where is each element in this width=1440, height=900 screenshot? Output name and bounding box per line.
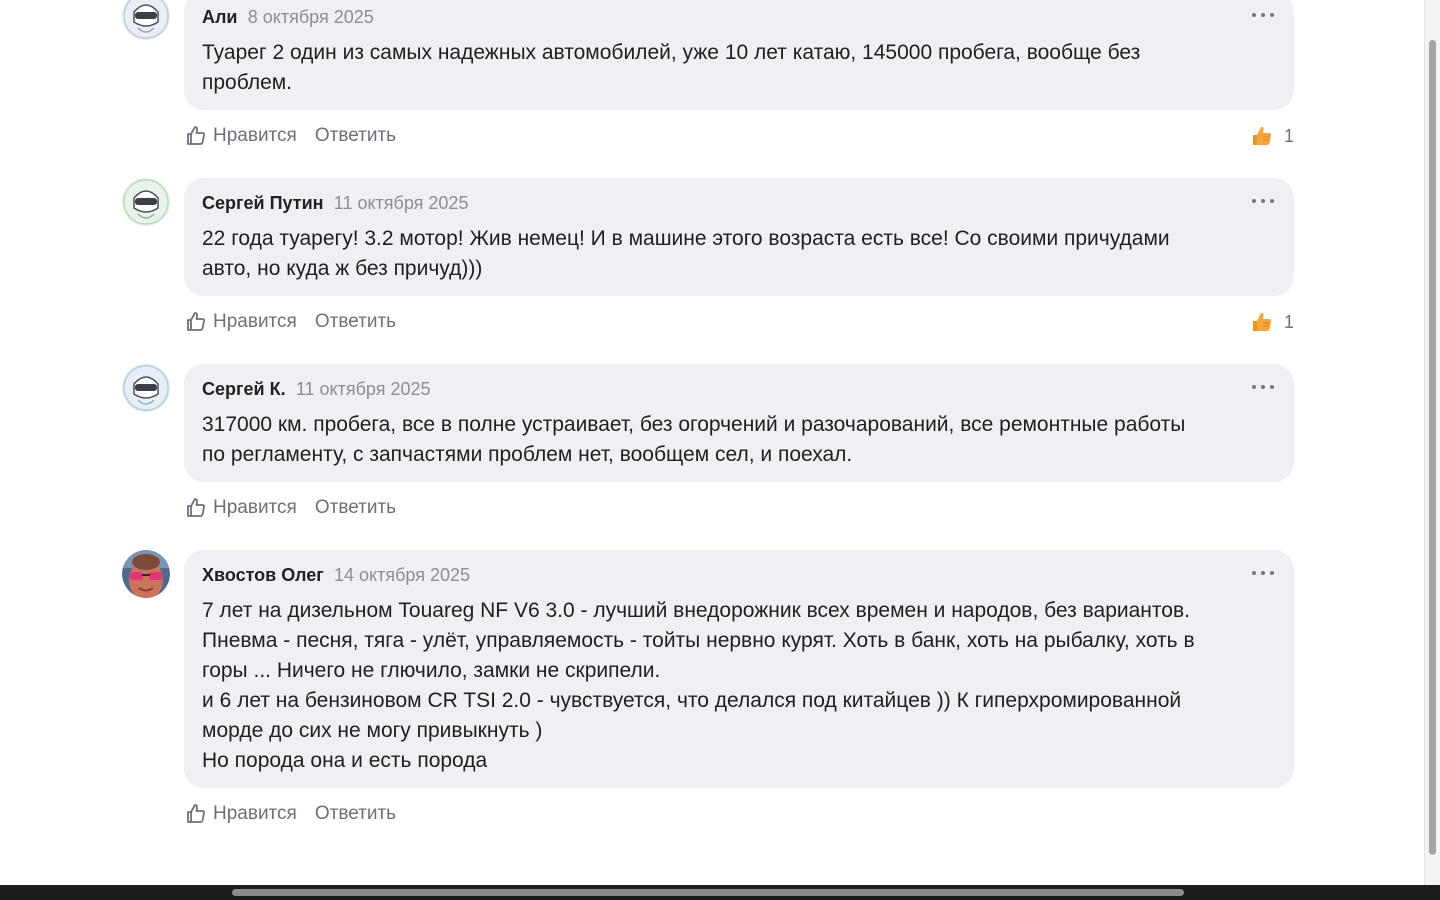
thumb-up-outline-icon — [187, 126, 205, 145]
more-options-icon[interactable] — [1252, 12, 1274, 18]
comment-actions: Нравится Ответить — [184, 123, 396, 149]
comment-meta: Сергей Путин 11 октября 2025 — [202, 190, 1276, 216]
thumbs-up-emoji-icon — [1252, 312, 1272, 331]
more-options-icon[interactable] — [1252, 384, 1274, 390]
comment-meta: Али 8 октября 2025 — [202, 4, 1276, 30]
comment-author[interactable]: Хвостов Олег — [202, 565, 324, 585]
robot-avatar-icon — [122, 178, 170, 226]
comment-meta: Сергей К. 11 октября 2025 — [202, 376, 1276, 402]
comment-text: 317000 км. пробега, все в полне устраива… — [202, 413, 1186, 466]
reaction-count: 1 — [1283, 311, 1294, 332]
robot-avatar-icon — [122, 0, 170, 40]
horizontal-scrollbar-thumb[interactable] — [232, 889, 1184, 896]
more-options-icon[interactable] — [1252, 198, 1274, 204]
comment-date[interactable]: 8 октября 2025 — [248, 7, 374, 27]
like-label: Нравится — [213, 803, 297, 824]
comment-meta: Хвостов Олег 14 октября 2025 — [202, 562, 1276, 588]
more-options-icon[interactable] — [1252, 570, 1274, 576]
comment-date[interactable]: 11 октября 2025 — [334, 193, 469, 213]
reaction-counter[interactable]: 1 — [1250, 309, 1294, 335]
comment-date[interactable]: 11 октября 2025 — [296, 379, 431, 399]
comment-bubble: Сергей Путин 11 октября 2025 22 года туа… — [184, 178, 1294, 296]
robot-avatar-icon — [122, 364, 170, 412]
thumb-up-outline-icon — [187, 312, 205, 331]
comment-author[interactable]: Сергей К. — [202, 379, 286, 399]
like-label: Нравится — [213, 311, 297, 332]
reaction-counter[interactable]: 1 — [1250, 123, 1294, 149]
horizontal-scrollbar[interactable] — [0, 885, 1440, 900]
thumb-up-outline-icon — [187, 804, 205, 823]
reply-button[interactable]: Ответить — [315, 311, 396, 333]
comment-actions: Нравится Ответить — [184, 309, 396, 335]
reply-button[interactable]: Ответить — [315, 803, 396, 825]
user-photo-avatar-icon — [122, 550, 170, 598]
vertical-scrollbar-thumb[interactable] — [1429, 40, 1436, 855]
comment-date[interactable]: 14 октября 2025 — [334, 565, 470, 585]
user-avatar[interactable] — [122, 364, 170, 412]
comment-bubble: Хвостов Олег 14 октября 2025 7 лет на ди… — [184, 550, 1294, 788]
comment-text: 22 года туарегу! 3.2 мотор! Жив немец! И… — [202, 227, 1170, 280]
thumb-up-outline-icon — [187, 498, 205, 517]
comment-bubble: Али 8 октября 2025 Туарег 2 один из самы… — [184, 0, 1294, 110]
comment-bubble: Сергей К. 11 октября 2025 317000 км. про… — [184, 364, 1294, 482]
vertical-scrollbar[interactable] — [1424, 0, 1440, 885]
comment-actions: Нравится Ответить — [184, 495, 396, 521]
like-button[interactable]: Нравится — [184, 802, 297, 826]
comment-author[interactable]: Али — [202, 7, 238, 27]
like-button[interactable]: Нравится — [184, 496, 297, 520]
user-avatar[interactable] — [122, 0, 170, 40]
comment-text: Туарег 2 один из самых надежных автомоби… — [202, 41, 1141, 94]
comments-page: Али 8 октября 2025 Туарег 2 один из самы… — [0, 0, 1440, 900]
like-label: Нравится — [213, 497, 297, 518]
like-button[interactable]: Нравится — [184, 310, 297, 334]
reaction-count: 1 — [1283, 125, 1294, 146]
thumbs-up-emoji-icon — [1252, 126, 1272, 145]
like-button[interactable]: Нравится — [184, 124, 297, 148]
comment-author[interactable]: Сергей Путин — [202, 193, 324, 213]
user-avatar[interactable] — [122, 550, 170, 598]
user-avatar[interactable] — [122, 178, 170, 226]
comment-text: 7 лет на дизельном Touareg NF V6 3.0 - л… — [202, 599, 1195, 772]
like-label: Нравится — [213, 125, 297, 146]
comment-actions: Нравится Ответить — [184, 801, 396, 827]
reply-button[interactable]: Ответить — [315, 125, 396, 147]
reply-button[interactable]: Ответить — [315, 497, 396, 519]
